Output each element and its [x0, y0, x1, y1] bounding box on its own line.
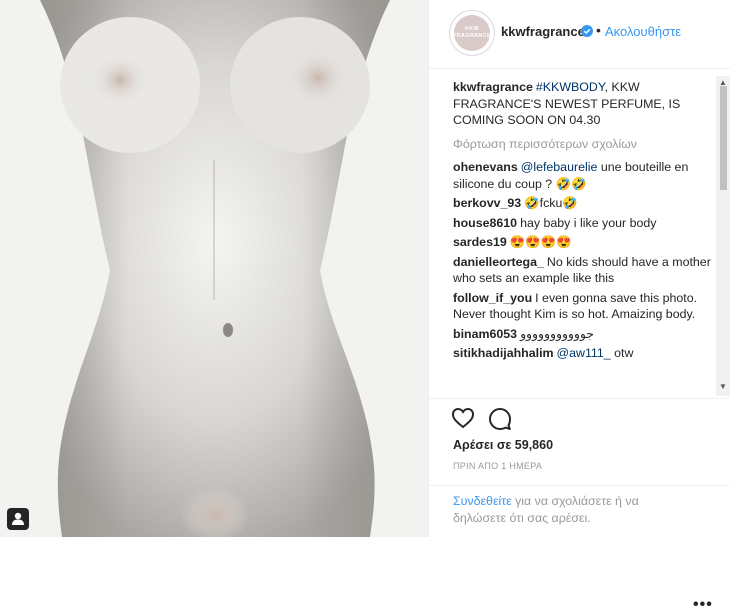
person-icon — [12, 512, 24, 525]
load-more-comments-link[interactable]: Φόρτωση περισσότερων σχολίων — [453, 136, 711, 153]
heart-icon[interactable] — [451, 407, 475, 429]
post-header: KKW FRAGRANCE kkwfragrance • Ακολουθήστε — [429, 0, 730, 69]
comment-text: 😍😍😍😍 — [509, 235, 572, 249]
login-prompt: Συνδεθείτε για να σχολιάσετε ή να δηλώσε… — [429, 485, 730, 613]
comment: sitikhadijahhalim @aw111_ otw — [453, 345, 711, 362]
comment-mention[interactable]: @aw111_ — [557, 346, 611, 360]
comments-list: kkwfragrance #KKWBODY, KKW FRAGRANCE'S NE… — [453, 79, 711, 398]
comment-username[interactable]: follow_if_you — [453, 291, 532, 305]
post-photo[interactable] — [0, 0, 428, 537]
comment-text: جووووووووووو — [520, 326, 594, 341]
comment: follow_if_you I even gonna save this phot… — [453, 290, 711, 323]
login-link[interactable]: Συνδεθείτε — [453, 494, 512, 508]
more-options-icon[interactable]: ••• — [693, 596, 713, 614]
comment: ohenevans @lefebaurelie une bouteille en … — [453, 159, 711, 192]
login-prompt-text: Συνδεθείτε για να σχολιάσετε ή να δηλώσε… — [453, 493, 663, 526]
verified-badge-icon — [581, 25, 593, 37]
comment-username[interactable]: binam6053 — [453, 327, 517, 341]
header-username[interactable]: kkwfragrance — [501, 24, 585, 39]
comment-username[interactable]: danielleortega_ — [453, 255, 544, 269]
comment-username[interactable]: sardes19 — [453, 235, 507, 249]
caption-hashtag[interactable]: #KKWBODY — [536, 80, 605, 94]
scroll-down-arrow-icon[interactable]: ▼ — [719, 382, 727, 391]
caption: kkwfragrance #KKWBODY, KKW FRAGRANCE'S NE… — [453, 79, 711, 129]
scrollbar-thumb[interactable] — [720, 86, 727, 190]
avatar-logo: KKW FRAGRANCE — [453, 15, 491, 51]
comment: binam6053 جووووووووووو — [453, 326, 711, 343]
caption-username[interactable]: kkwfragrance — [453, 80, 533, 94]
post-side-panel: KKW FRAGRANCE kkwfragrance • Ακολουθήστε… — [428, 0, 730, 613]
comment-icon[interactable] — [488, 407, 512, 431]
comment-username[interactable]: berkovv_93 — [453, 196, 521, 210]
comment-text: hay baby i like your body — [520, 215, 657, 230]
user-tag-button[interactable] — [7, 508, 29, 530]
comment: house8610 hay baby i like your body — [453, 215, 711, 232]
photo-image — [0, 0, 428, 537]
separator-dot: • — [596, 22, 601, 38]
comment-username[interactable]: ohenevans — [453, 160, 518, 174]
comment: berkovv_93 🤣fcku🤣 — [453, 195, 711, 212]
comment-username[interactable]: house8610 — [453, 216, 517, 230]
comment: danielleortega_ No kids should have a mot… — [453, 254, 711, 287]
avatar-text: KKW — [464, 26, 480, 32]
comment-username[interactable]: sitikhadijahhalim — [453, 346, 554, 360]
post-actions: Αρέσει σε 59,860 ΠΡΙΝ ΑΠΟ 1 ΗΜΕΡΑ Συνδεθ… — [429, 398, 730, 613]
post-timestamp[interactable]: ΠΡΙΝ ΑΠΟ 1 ΗΜΕΡΑ — [453, 461, 542, 471]
comment: sardes19 😍😍😍😍 — [453, 234, 711, 251]
avatar-text: FRAGRANCE — [453, 33, 491, 39]
comment-mention[interactable]: @lefebaurelie — [521, 160, 598, 174]
comment-text: otw — [610, 346, 634, 360]
likes-count[interactable]: Αρέσει σε 59,860 — [453, 438, 553, 452]
avatar[interactable]: KKW FRAGRANCE — [449, 10, 495, 56]
follow-button[interactable]: Ακολουθήστε — [605, 24, 681, 39]
comments-scrollbar[interactable]: ▲ ▼ — [716, 76, 730, 396]
comment-text: 🤣fcku🤣 — [524, 196, 578, 210]
